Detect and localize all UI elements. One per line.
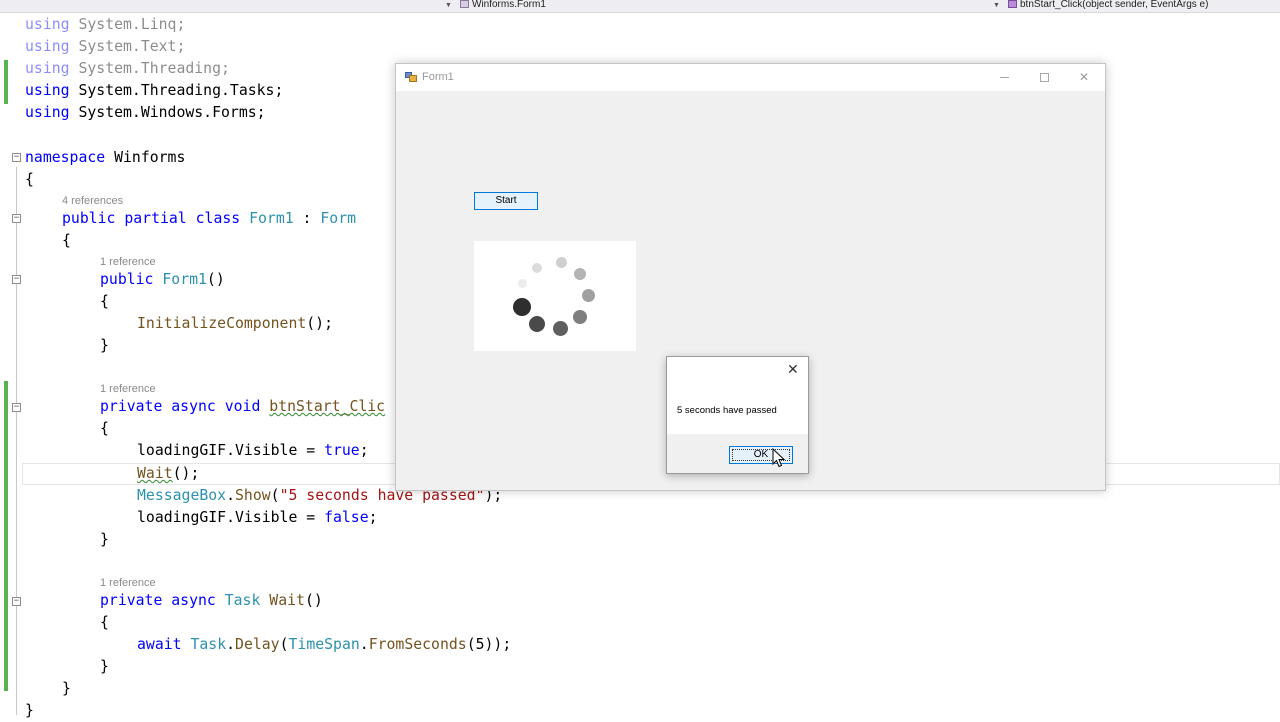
spinner-dot [529, 316, 545, 332]
code-line: using System.Threading; [25, 60, 230, 77]
references-codelens[interactable]: 4 references [62, 194, 123, 208]
close-icon: ✕ [1078, 70, 1090, 84]
close-icon[interactable]: ✕ [787, 362, 799, 378]
change-marker [4, 381, 8, 691]
code-line: private async void btnStart_Clic [100, 398, 386, 415]
code-line: InitializeComponent(); [137, 315, 333, 332]
member-dropdown[interactable]: btnStart_Click(object sender, EventArgs … [1008, 0, 1208, 11]
project-label: Winforms.Form1 [472, 0, 546, 10]
spinner-dot [532, 263, 542, 273]
spinner-dot [582, 289, 595, 302]
code-line: } [100, 337, 109, 354]
form-title: Form1 [422, 71, 454, 83]
message-box-dialog: ✕ 5 seconds have passed OK [666, 356, 809, 474]
code-line: { [100, 293, 109, 310]
dialog-footer: OK [667, 434, 808, 473]
maximize-button[interactable] [1024, 64, 1064, 91]
spinner-dot [574, 268, 586, 280]
maximize-icon [1039, 73, 1049, 82]
code-line: } [100, 531, 109, 548]
collapse-icon[interactable]: − [12, 275, 21, 284]
class-icon [460, 0, 469, 8]
navigation-bar: ▼ Winforms.Form1 ▼ btnStart_Click(object… [0, 0, 1280, 13]
member-label: btnStart_Click(object sender, EventArgs … [1020, 0, 1209, 10]
code-line: public Form1() [100, 271, 225, 288]
code-line: using System.Text; [25, 38, 186, 55]
code-line: namespace Winforms [25, 149, 186, 166]
code-line: { [100, 614, 109, 631]
collapse-icon[interactable]: − [12, 214, 21, 223]
references-codelens[interactable]: 1 reference [100, 255, 156, 269]
code-line: loadingGIF.Visible = false; [137, 509, 378, 526]
collapse-icon[interactable]: − [12, 403, 21, 412]
code-line: using System.Linq; [25, 16, 186, 33]
spinner-dot [518, 279, 527, 288]
code-line: loadingGIF.Visible = true; [137, 442, 369, 459]
spinner-dot [513, 298, 531, 316]
references-codelens[interactable]: 1 reference [100, 382, 156, 396]
close-button[interactable]: ✕ [1064, 64, 1104, 91]
winforms-app-icon [405, 72, 417, 82]
chevron-down-icon[interactable]: ▼ [993, 0, 1000, 12]
code-line: { [100, 420, 109, 437]
spinner-dot [573, 310, 587, 324]
spinner-dot [553, 321, 568, 336]
code-line: } [25, 702, 34, 719]
code-line: { [62, 232, 71, 249]
spinner-dot [556, 257, 567, 268]
code-line: private async Task Wait() [100, 592, 323, 609]
method-icon [1008, 0, 1017, 8]
code-line: } [100, 658, 109, 675]
fold-guide [16, 167, 17, 715]
minimize-icon [999, 77, 1009, 78]
references-codelens[interactable]: 1 reference [100, 576, 156, 590]
code-line: Wait(); [137, 465, 200, 482]
collapse-icon[interactable]: − [12, 597, 21, 606]
chevron-down-icon[interactable]: ▼ [445, 0, 452, 12]
project-dropdown[interactable]: Winforms.Form1 [460, 0, 546, 11]
code-line: using System.Windows.Forms; [25, 104, 266, 121]
code-line: } [62, 680, 71, 697]
code-line: public partial class Form1 : Form [62, 210, 357, 227]
form-titlebar[interactable]: Form1 ✕ [396, 64, 1105, 91]
minimize-button[interactable] [984, 64, 1024, 91]
loading-gif [474, 241, 636, 351]
change-marker [4, 60, 8, 104]
start-button[interactable]: Start [474, 192, 538, 210]
code-line: using System.Threading.Tasks; [25, 82, 284, 99]
mouse-pointer-icon [772, 448, 786, 468]
code-line: await Task.Delay(TimeSpan.FromSeconds(5)… [137, 636, 512, 653]
message-text: 5 seconds have passed [677, 405, 777, 416]
collapse-icon[interactable]: − [12, 153, 21, 162]
code-line: { [25, 171, 34, 188]
